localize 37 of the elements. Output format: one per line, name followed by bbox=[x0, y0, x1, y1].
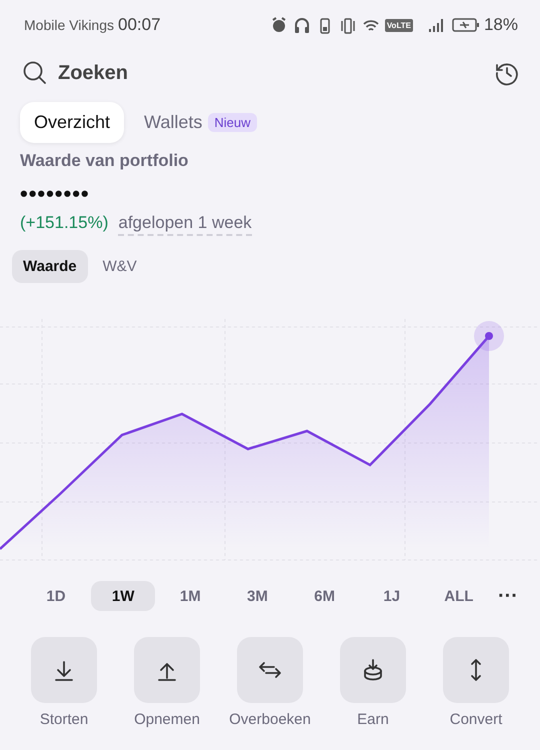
portfolio-title: Waarde van portfolio bbox=[20, 151, 188, 171]
network-badge: VoLTE bbox=[384, 18, 413, 32]
battery-level: 18% bbox=[484, 15, 518, 35]
hidden-value: •••••••• bbox=[20, 181, 90, 207]
period-link[interactable]: afgelopen 1 week bbox=[118, 213, 252, 236]
more-button[interactable]: ··· bbox=[494, 584, 522, 608]
carrier-name: Mobile Vikings bbox=[24, 17, 114, 33]
battery-charging-icon bbox=[452, 16, 480, 34]
period-tab[interactable]: 1D bbox=[24, 581, 88, 611]
tab[interactable]: Overzicht bbox=[20, 102, 124, 143]
vibrate-icon bbox=[338, 16, 357, 34]
chart-mode-tab[interactable]: W&V bbox=[92, 250, 148, 283]
clock-time: 00:07 bbox=[118, 15, 161, 35]
action-button[interactable] bbox=[31, 637, 97, 703]
new-badge: Nieuw bbox=[208, 113, 256, 132]
period-tab[interactable]: 1J bbox=[360, 581, 424, 611]
tab[interactable]: Wallets Nieuw bbox=[130, 102, 270, 143]
action-button[interactable] bbox=[237, 637, 303, 703]
chart-point bbox=[474, 321, 504, 351]
period-tab[interactable]: 6M bbox=[292, 581, 357, 611]
action-label: Overboeken bbox=[229, 711, 311, 728]
change-percent: (+151.15%) bbox=[20, 213, 108, 234]
action-label: Earn bbox=[357, 711, 389, 728]
action-label: Opnemen bbox=[134, 711, 200, 728]
chart-mode-tab[interactable]: Waarde bbox=[12, 250, 88, 283]
action-label: Storten bbox=[40, 711, 88, 728]
headphones-icon bbox=[292, 16, 311, 34]
period-tab[interactable]: 1M bbox=[158, 581, 222, 611]
search-icon bbox=[22, 60, 48, 86]
alarm-icon bbox=[270, 16, 288, 34]
period-tab[interactable]: 3M bbox=[225, 581, 290, 611]
period-tab[interactable]: ALL bbox=[426, 581, 491, 611]
action-label: Convert bbox=[450, 711, 502, 728]
period-tab[interactable]: 1W bbox=[91, 581, 156, 611]
action-button[interactable] bbox=[134, 637, 200, 703]
action-button[interactable] bbox=[340, 637, 406, 703]
search-field[interactable]: Zoeken bbox=[56, 60, 360, 86]
